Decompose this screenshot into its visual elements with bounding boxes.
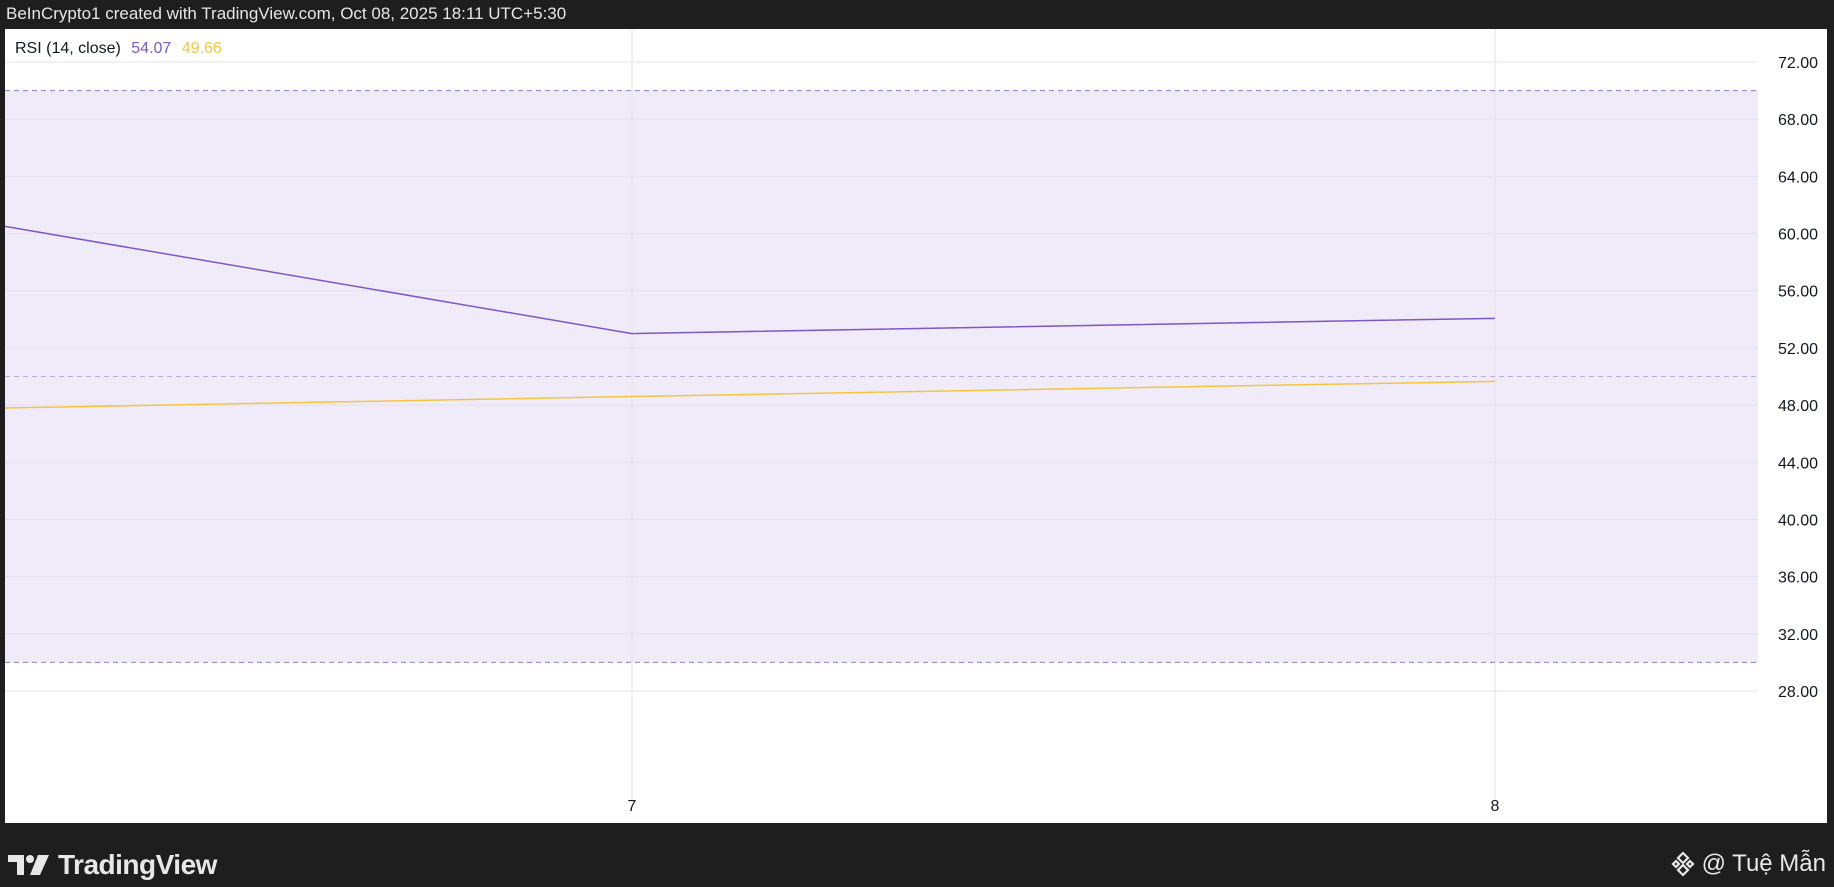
attribution-text: BeInCrypto1 created with TradingView.com…	[6, 4, 567, 23]
y-axis-tick-label: 68.00	[1778, 112, 1818, 129]
x-axis-tick-label: 7	[628, 798, 637, 815]
y-axis-tick-label: 64.00	[1778, 169, 1818, 186]
rsi-ma-value: 49.66	[181, 40, 222, 57]
tradingview-logo-icon	[8, 855, 49, 875]
attribution-bar: BeInCrypto1 created with TradingView.com…	[0, 0, 1834, 28]
y-axis-tick-label: 52.00	[1778, 341, 1818, 358]
author-handle: @ Tuệ Mẫn	[1701, 850, 1826, 877]
y-axis-tick-label: 48.00	[1778, 398, 1818, 415]
y-axis-tick-label: 44.00	[1778, 455, 1818, 472]
tradingview-logo: TradingView	[8, 849, 217, 880]
tradingview-wordmark: TradingView	[58, 849, 217, 880]
rsi-value: 54.07	[131, 40, 172, 57]
y-axis-tick-label: 60.00	[1778, 227, 1818, 244]
rsi-chart[interactable]: 72.00 68.00 64.00 60.00 56.00 52.00 48.00 44.00…	[5, 29, 1827, 823]
chart-pane[interactable]: 72.00 68.00 64.00 60.00 56.00 52.00 48.00 44.00…	[5, 29, 1827, 823]
y-axis-tick-label: 40.00	[1778, 512, 1818, 529]
y-axis-tick-label: 32.00	[1778, 627, 1818, 644]
y-axis-tick-label: 36.00	[1778, 570, 1818, 587]
indicator-name: RSI (14, close)	[15, 40, 121, 57]
footer-bar: TradingView @ Tuệ Mẫn	[0, 823, 1834, 887]
binance-diamond-icon	[1671, 851, 1695, 877]
y-axis-tick-label: 72.00	[1778, 55, 1818, 72]
y-axis-tick-label: 56.00	[1778, 284, 1818, 301]
y-axis-tick-label: 28.00	[1778, 684, 1818, 701]
x-axis-tick-label: 8	[1491, 798, 1500, 815]
indicator-legend: RSI (14, close) 54.07 49.66	[15, 40, 222, 58]
author-credit: @ Tuệ Mẫn	[1670, 849, 1826, 879]
